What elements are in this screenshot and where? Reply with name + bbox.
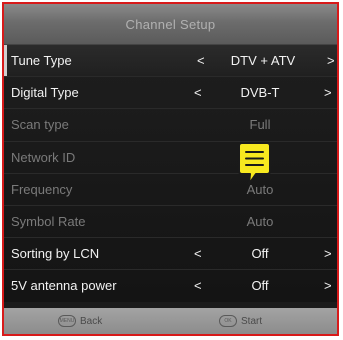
setting-value: DTV + ATV (230, 53, 296, 69)
setting-row-5v-antenna-power[interactable]: 5V antenna power < Off > (4, 269, 337, 301)
setting-row-network-id: Network ID (4, 140, 337, 173)
start-button[interactable]: OK Start (219, 315, 262, 327)
setting-label: Tune Type (11, 53, 72, 69)
setting-label: 5V antenna power (11, 278, 117, 294)
settings-list: Tune Type < DTV + ATV > Digital Type < D… (4, 45, 337, 302)
setting-label: Network ID (11, 149, 76, 165)
setting-row-tune-type[interactable]: Tune Type < DTV + ATV > (4, 45, 337, 77)
start-label: Start (241, 315, 263, 327)
setting-row-symbol-rate: Symbol Rate Auto (4, 204, 337, 237)
note-bubble-icon (238, 142, 271, 185)
left-arrow-icon[interactable]: < (197, 53, 205, 68)
setting-row-digital-type[interactable]: Digital Type < DVB-T > (4, 76, 337, 108)
right-arrow-icon[interactable]: > (324, 85, 332, 100)
setting-label: Symbol Rate (11, 214, 86, 230)
dialog-title-bar: Channel Setup (4, 4, 337, 45)
left-arrow-icon[interactable]: < (194, 278, 202, 293)
setting-value: DVB-T (240, 85, 280, 101)
right-arrow-icon[interactable]: > (324, 246, 332, 261)
setting-row-scan-type: Scan type Full (4, 108, 337, 140)
left-arrow-icon[interactable]: < (194, 246, 202, 261)
right-arrow-icon[interactable]: > (327, 53, 335, 68)
setting-label: Digital Type (11, 85, 79, 101)
setting-label: Scan type (11, 117, 69, 133)
channel-setup-dialog: Channel Setup Tune Type < DTV + ATV > Di… (2, 2, 339, 336)
ok-key-icon: OK (219, 315, 237, 327)
setting-row-sorting-by-lcn[interactable]: Sorting by LCN < Off > (4, 237, 337, 269)
setting-label: Frequency (11, 181, 73, 197)
back-label: Back (80, 315, 103, 327)
setting-value: Off (251, 278, 269, 294)
menu-key-icon: MENU (58, 315, 76, 327)
setting-value: Auto (246, 214, 274, 230)
left-arrow-icon[interactable]: < (194, 85, 202, 100)
back-button[interactable]: MENU Back (58, 315, 102, 327)
setting-value: Full (249, 117, 271, 133)
right-arrow-icon[interactable]: > (324, 278, 332, 293)
dialog-title: Channel Setup (125, 16, 216, 32)
setting-value: Off (251, 246, 269, 262)
setting-row-frequency: Frequency Auto (4, 172, 337, 205)
dialog-footer: MENU Back OK Start (4, 308, 337, 334)
setting-label: Sorting by LCN (11, 246, 100, 262)
